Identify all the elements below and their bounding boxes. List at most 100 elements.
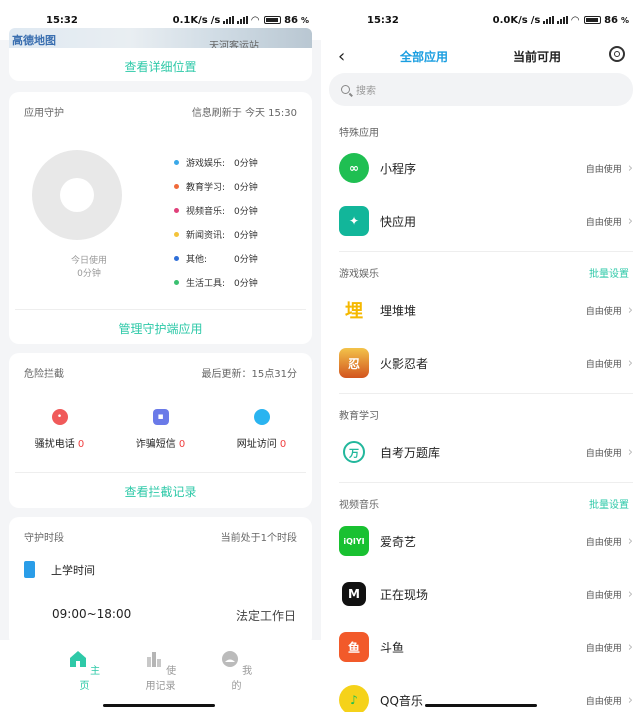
- permission-label: 自由使用: [585, 448, 622, 459]
- message-icon: ▪: [152, 409, 169, 425]
- legend-dot: [174, 183, 179, 189]
- section-games: 游戏娱乐 批量设置: [339, 265, 629, 280]
- app-row-iqiyi[interactable]: iQIYI 爱奇艺 自由使用 ›: [339, 524, 633, 558]
- battery-icon: [584, 16, 602, 24]
- tab-all-apps[interactable]: 全部应用: [400, 48, 448, 65]
- usage-donut-chart: [32, 150, 122, 240]
- battery-level: 86: [604, 14, 618, 26]
- permission-label: 自由使用: [585, 359, 622, 370]
- chevron-right-icon: ›: [627, 444, 633, 460]
- divider: [339, 251, 633, 252]
- app-row-douyu[interactable]: 鱼 斗鱼 自由使用 ›: [339, 630, 633, 664]
- wanti-icon: 万: [343, 441, 365, 463]
- legend-item: 游戏娱乐: 0分钟: [174, 150, 258, 174]
- usage-legend: 游戏娱乐: 0分钟 教育学习: 0分钟 视频音乐: 0分钟 新闻资讯: 0分钟 其他: 0…: [174, 150, 258, 294]
- period-item[interactable]: 上学时间: [24, 561, 95, 578]
- map-preview[interactable]: 高德地图 天河客运站: [9, 28, 312, 48]
- chevron-right-icon: ›: [627, 692, 633, 708]
- chevron-right-icon: ›: [627, 533, 633, 549]
- naruto-icon: 忍: [339, 348, 369, 378]
- right-screen: 15:32 0.0K/s/s ◠ 86% ‹ 全部应用 当前可用 搜索 特殊应用…: [321, 0, 641, 712]
- profile-icon: [221, 651, 238, 667]
- permission-label: 自由使用: [585, 590, 622, 601]
- period-current: 当前处于1个时段: [220, 533, 297, 544]
- status-bar: 15:32 0.0K/s/s ◠ 86%: [367, 14, 629, 26]
- risk-card: 危险拦截 最后更新：15点31分 • 骚扰电话 0 ▪ 诈骗短信 0 网址访问 …: [9, 353, 312, 508]
- batch-settings-button[interactable]: 批量设置: [589, 496, 629, 511]
- legend-item: 新闻资讯: 0分钟: [174, 222, 258, 246]
- refresh-time: 信息刷新于 今天 15:30: [191, 108, 297, 119]
- home-indicator: [425, 704, 537, 707]
- app-row-naruto[interactable]: 忍 火影忍者 自由使用 ›: [339, 346, 633, 380]
- risk-title: 危险拦截: [24, 369, 64, 380]
- bottom-nav: 主页 使用记录 我的: [0, 640, 321, 712]
- records-icon: [146, 652, 161, 667]
- maiduidui-icon: 埋: [339, 295, 369, 325]
- risk-item-web[interactable]: 网址访问 0: [217, 409, 307, 450]
- signal-icon-2: [237, 16, 249, 24]
- quick-app-icon: ✦: [339, 206, 369, 236]
- mini-program-icon: ∞: [339, 153, 369, 183]
- app-row-wanti[interactable]: 万 自考万题库 自由使用 ›: [339, 435, 633, 469]
- phone-device-icon: [24, 561, 35, 578]
- risk-count: 0: [178, 439, 186, 450]
- battery-level: 86: [284, 14, 298, 26]
- section-video-music: 视频音乐 批量设置: [339, 496, 629, 511]
- view-location-link[interactable]: 查看详细位置: [9, 48, 312, 75]
- today-usage-value: 0分钟: [77, 269, 101, 279]
- risk-item-sms[interactable]: ▪ 诈骗短信 0: [116, 409, 206, 450]
- map-place-label: 天河客运站: [209, 41, 259, 48]
- permission-label: 自由使用: [585, 306, 622, 317]
- tab-current-available[interactable]: 当前可用: [513, 48, 561, 65]
- batch-settings-button[interactable]: 批量设置: [589, 265, 629, 280]
- status-time: 15:32: [367, 14, 399, 26]
- legend-item: 生活工具: 0分钟: [174, 270, 258, 294]
- chevron-right-icon: ›: [627, 639, 633, 655]
- app-row-quick-app[interactable]: ✦ 快应用 自由使用 ›: [339, 204, 633, 238]
- home-indicator: [103, 704, 215, 707]
- period-time: 09:00~18:00: [52, 607, 132, 621]
- map-logo: 高德地图: [12, 34, 56, 47]
- legend-dot: [174, 231, 179, 237]
- live-icon: M: [342, 582, 366, 606]
- wifi-icon: ◠: [571, 14, 580, 26]
- period-name: 上学时间: [51, 563, 95, 577]
- today-usage-label: 今日使用: [70, 256, 107, 266]
- legend-item: 教育学习: 0分钟: [174, 174, 258, 198]
- permission-label: 自由使用: [585, 217, 622, 228]
- risk-last-update: 最后更新：15点31分: [201, 369, 297, 380]
- nav-home[interactable]: 主页: [65, 650, 105, 712]
- divider: [339, 393, 633, 394]
- battery-icon: [264, 16, 282, 24]
- legend-dot: [174, 159, 179, 165]
- risk-item-calls[interactable]: • 骚扰电话 0: [15, 409, 105, 450]
- permission-label: 自由使用: [585, 164, 622, 175]
- app-row-maiduidui[interactable]: 埋 埋堆堆 自由使用 ›: [339, 293, 633, 327]
- web-icon: [253, 409, 270, 425]
- douyu-icon: 鱼: [339, 632, 369, 662]
- chevron-right-icon: ›: [627, 355, 633, 371]
- divider: [15, 309, 306, 310]
- iqiyi-icon: iQIYI: [339, 526, 369, 556]
- search-input[interactable]: 搜索: [329, 73, 633, 106]
- period-card: 守护时段 当前处于1个时段 上学时间 09:00~18:00 法定工作日: [9, 517, 312, 647]
- risk-count: 0: [77, 439, 85, 450]
- manage-apps-link[interactable]: 管理守护端应用: [9, 320, 312, 337]
- permission-label: 自由使用: [585, 643, 622, 654]
- legend-dot: [174, 279, 179, 285]
- search-placeholder: 搜索: [356, 86, 376, 97]
- chevron-right-icon: ›: [627, 302, 633, 318]
- permission-label: 自由使用: [585, 696, 622, 707]
- app-row-qqmusic[interactable]: ♪ QQ音乐 自由使用 ›: [339, 683, 633, 712]
- period-title: 守护时段: [24, 533, 64, 544]
- network-speed: 0.1K/s: [172, 14, 208, 26]
- nav-profile[interactable]: 我的: [217, 650, 257, 712]
- back-arrow-icon[interactable]: ‹: [338, 46, 345, 67]
- gear-icon[interactable]: [609, 46, 625, 62]
- app-row-mini-program[interactable]: ∞ 小程序 自由使用 ›: [339, 151, 633, 185]
- permission-label: 自由使用: [585, 537, 622, 548]
- signal-icon-2: [557, 16, 569, 24]
- view-intercept-records-link[interactable]: 查看拦截记录: [9, 483, 312, 500]
- nav-records[interactable]: 使用记录: [141, 650, 181, 712]
- app-row-live[interactable]: M 正在现场 自由使用 ›: [339, 577, 633, 611]
